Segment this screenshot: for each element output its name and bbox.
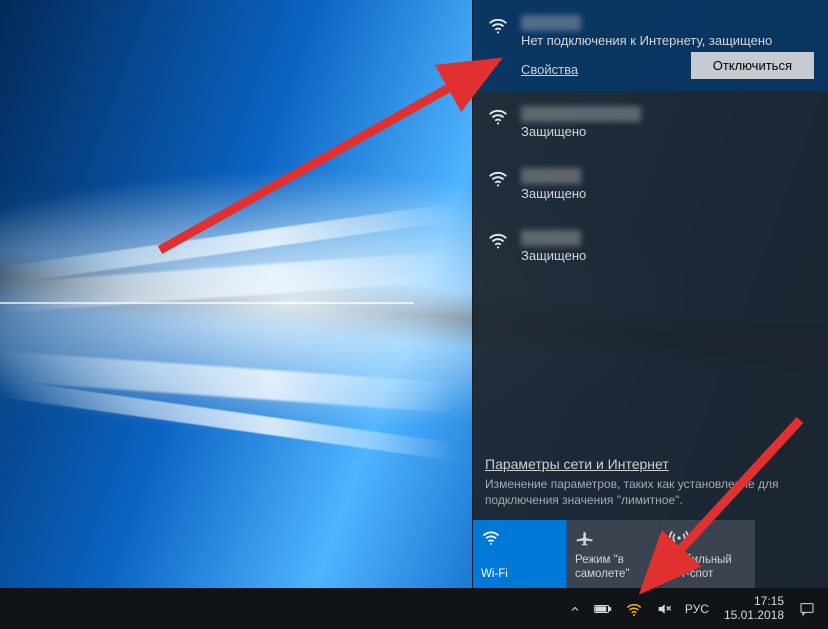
network-ssid [521,168,581,184]
network-status: Нет подключения к Интернету, защищено [521,33,814,48]
clock-date: 15.01.2018 [724,609,784,623]
network-item-current[interactable]: Нет подключения к Интернету, защищено Св… [473,0,828,91]
network-ssid [521,230,581,246]
tray-action-center-icon[interactable] [793,588,821,629]
network-item[interactable]: Защищено [473,215,828,277]
tile-wifi[interactable]: Wi-Fi [473,520,567,588]
tile-airplane[interactable]: Режим "в самолете" [567,520,661,588]
network-status: Защищено [521,186,814,201]
hotspot-icon [669,528,747,548]
wifi-icon [487,230,509,263]
network-settings-desc: Изменение параметров, таких как установл… [485,476,816,508]
network-settings-link[interactable]: Параметры сети и Интернет [485,456,669,472]
quick-action-tiles: Wi-Fi Режим "в самолете" Мобильный хот-с… [473,520,828,588]
wifi-icon [481,528,558,548]
tray-network-icon[interactable] [619,588,649,629]
taskbar: РУС 17:15 15.01.2018 [0,588,828,629]
wifi-icon [487,168,509,201]
tray-clock[interactable]: 17:15 15.01.2018 [716,588,792,629]
network-ssid [521,106,641,122]
network-flyout: Нет подключения к Интернету, защищено Св… [472,0,828,588]
tile-label: Режим "в самолете" [575,554,652,582]
tile-label: Мобильный хот-спот [669,554,747,582]
wifi-icon [487,106,509,139]
wifi-icon [487,15,509,77]
network-status: Защищено [521,124,814,139]
network-ssid [521,15,581,31]
network-item[interactable]: Защищено [473,91,828,153]
network-item[interactable]: Защищено [473,153,828,215]
airplane-icon [575,528,652,548]
network-properties-link[interactable]: Свойства [521,62,578,77]
tray-chevron-up-icon[interactable] [563,588,587,629]
tile-label: Wi-Fi [481,568,558,582]
clock-time: 17:15 [754,595,784,609]
tile-hotspot[interactable]: Мобильный хот-спот [661,520,755,588]
network-status: Защищено [521,248,814,263]
network-settings-section: Параметры сети и Интернет Изменение пара… [473,445,828,520]
system-tray: РУС 17:15 15.01.2018 [563,588,828,629]
tray-show-desktop[interactable] [822,588,828,629]
disconnect-button[interactable]: Отключиться [691,52,814,79]
tray-volume-icon[interactable] [650,588,678,629]
tray-language[interactable]: РУС [679,588,715,629]
tray-battery-icon[interactable] [588,588,618,629]
